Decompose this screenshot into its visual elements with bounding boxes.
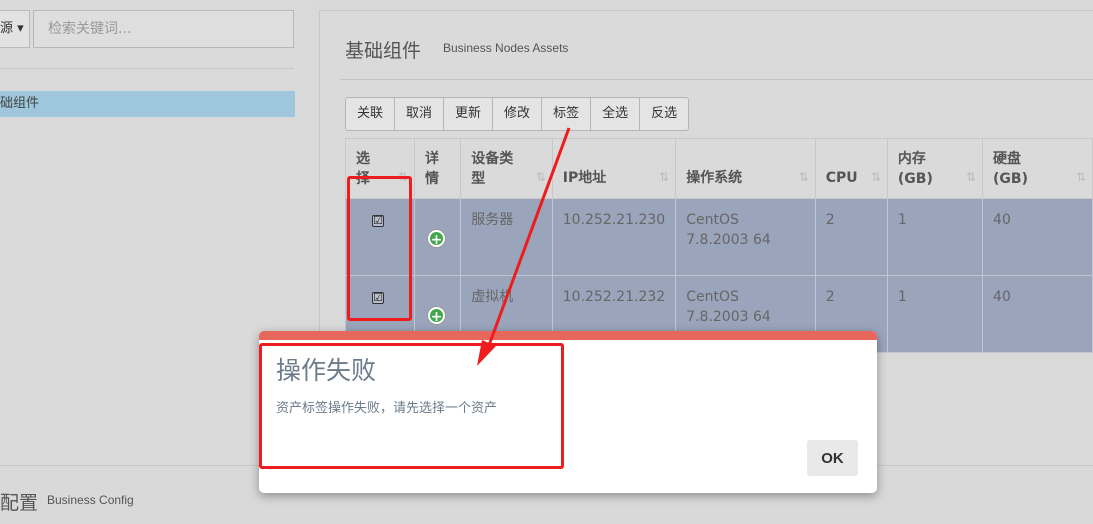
- update-button[interactable]: 更新: [443, 97, 494, 131]
- section-title: 配置: [0, 492, 39, 514]
- toolbar: 关联 取消 更新 修改 标签 全选 反选: [345, 97, 690, 131]
- cell-disk: 40: [982, 198, 1093, 276]
- category-dropdown[interactable]: 源 ▾: [0, 10, 30, 48]
- ok-button[interactable]: OK: [807, 440, 858, 476]
- annotation-box-dialog: [259, 343, 564, 469]
- caret-down-icon: ▾: [17, 21, 24, 36]
- expand-plus-icon[interactable]: +: [428, 307, 445, 325]
- cell-cpu: 2: [814, 198, 888, 276]
- tree-item-selected[interactable]: 础组件: [0, 91, 295, 117]
- link-button[interactable]: 关联: [345, 97, 396, 131]
- divider: [0, 68, 294, 69]
- annotation-box-checkboxes: [347, 176, 412, 321]
- tag-button[interactable]: 标签: [541, 97, 592, 131]
- col-header-detail: 详 情: [413, 138, 462, 199]
- cell-memory: 1: [886, 275, 984, 353]
- col-header-device-type[interactable]: 设备类 型 ⇅: [460, 138, 553, 199]
- cell-memory: 1: [886, 198, 984, 276]
- search-input[interactable]: [33, 10, 294, 48]
- table-row[interactable]: ☑ + 服务器 10.252.21.230 CentOS 7.8.2003 64…: [345, 198, 1093, 276]
- sort-icon: ⇅: [965, 170, 976, 184]
- col-header-cpu[interactable]: CPU ⇅: [814, 138, 888, 199]
- cancel-button[interactable]: 取消: [394, 97, 445, 131]
- col-header-memory[interactable]: 内存 (GB) ⇅: [886, 138, 984, 199]
- sort-icon: ⇅: [659, 170, 669, 184]
- divider: [340, 79, 1093, 80]
- assets-table: 选 择 ⇅ 详 情 设备类 型 ⇅ IP地址 ⇅ 操作系统 ⇅ CPU ⇅ 内存 (GB)…: [345, 138, 1093, 353]
- cell-ip: 10.252.21.230: [551, 198, 677, 276]
- cell-detail: +: [413, 198, 462, 276]
- expand-plus-icon[interactable]: +: [428, 230, 445, 248]
- cell-device-type: 服务器: [460, 198, 553, 276]
- cell-disk: 40: [982, 275, 1093, 353]
- page-title: 基础组件: [345, 40, 422, 62]
- section-subtitle: Business Config: [47, 493, 134, 507]
- dropdown-label: 源: [0, 21, 14, 36]
- invert-selection-button[interactable]: 反选: [639, 97, 690, 131]
- page-subtitle: Business Nodes Assets: [443, 41, 569, 55]
- dialog-accent-bar: [259, 331, 877, 340]
- select-all-button[interactable]: 全选: [590, 97, 641, 131]
- edit-button[interactable]: 修改: [492, 97, 543, 131]
- sort-icon: ⇅: [535, 170, 546, 184]
- col-header-os[interactable]: 操作系统 ⇅: [675, 138, 816, 199]
- sort-icon: ⇅: [870, 170, 881, 184]
- col-header-disk[interactable]: 硬盘 (GB) ⇅: [982, 138, 1093, 199]
- table-header-row: 选 择 ⇅ 详 情 设备类 型 ⇅ IP地址 ⇅ 操作系统 ⇅ CPU ⇅ 内存 (GB)…: [345, 138, 1093, 199]
- cell-os: CentOS 7.8.2003 64: [675, 198, 816, 276]
- sort-icon: ⇅: [1075, 170, 1086, 184]
- sort-icon: ⇅: [798, 170, 809, 184]
- col-header-ip[interactable]: IP地址 ⇅: [551, 138, 677, 199]
